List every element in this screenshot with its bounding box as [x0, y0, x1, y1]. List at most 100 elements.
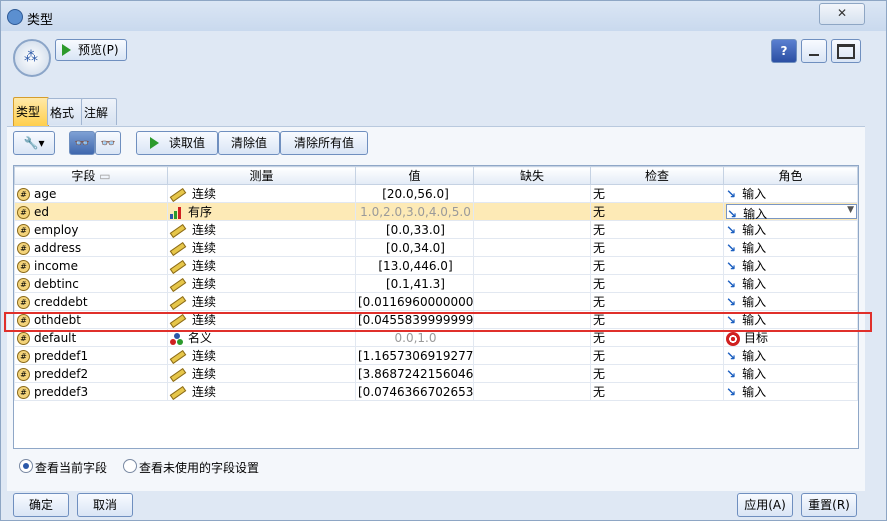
role-cell[interactable]: ↘ 输入: [723, 346, 858, 365]
close-button[interactable]: ✕: [819, 3, 865, 25]
check-cell[interactable]: 无: [590, 220, 724, 239]
tab-type[interactable]: 类型: [13, 97, 49, 126]
missing-cell[interactable]: [473, 202, 591, 221]
tab-annotation[interactable]: 注解: [81, 98, 117, 125]
measure-cell[interactable]: 连续: [167, 238, 356, 257]
value-cell[interactable]: [3.8687242156046...: [355, 364, 474, 383]
missing-cell[interactable]: [473, 292, 591, 311]
field-cell[interactable]: # preddef3: [14, 382, 168, 401]
col-header-check[interactable]: 检查: [590, 166, 724, 185]
check-cell[interactable]: 无: [590, 292, 724, 311]
check-cell[interactable]: 无: [590, 346, 724, 365]
value-cell[interactable]: [0.0116960000000...: [355, 292, 474, 311]
apply-button[interactable]: 应用(A): [737, 493, 793, 517]
role-cell[interactable]: ↘ 输入: [723, 274, 858, 293]
table-row[interactable]: # creddebt 连续 [0.0116960000000... 无 ↘ 输入: [14, 292, 858, 311]
value-cell[interactable]: [0.0,34.0]: [355, 238, 474, 257]
measure-cell[interactable]: 连续: [167, 364, 356, 383]
role-cell[interactable]: ↘ 输入 ▼: [723, 202, 858, 221]
view-current-radio[interactable]: [19, 459, 33, 473]
measure-cell[interactable]: 连续: [167, 292, 356, 311]
measure-cell[interactable]: 连续: [167, 382, 356, 401]
missing-cell[interactable]: [473, 220, 591, 239]
help-button[interactable]: ?: [771, 39, 797, 63]
role-cell[interactable]: ↘ 输入: [723, 184, 858, 203]
table-row[interactable]: # ed 有序 1.0,2.0,3.0,4.0,5.0 无 ↘ 输入 ▼: [14, 202, 858, 221]
missing-cell[interactable]: [473, 256, 591, 275]
check-cell[interactable]: 无: [590, 238, 724, 257]
role-cell[interactable]: ↘ 输入: [723, 220, 858, 239]
cancel-button[interactable]: 取消: [77, 493, 133, 517]
check-cell[interactable]: 无: [590, 202, 724, 221]
chevron-down-icon[interactable]: ▼: [847, 205, 854, 215]
value-cell[interactable]: [13.0,446.0]: [355, 256, 474, 275]
value-cell[interactable]: [0.1,41.3]: [355, 274, 474, 293]
field-cell[interactable]: # preddef2: [14, 364, 168, 383]
measure-cell[interactable]: 连续: [167, 184, 356, 203]
check-cell[interactable]: 无: [590, 382, 724, 401]
measure-cell[interactable]: 连续: [167, 274, 356, 293]
table-row[interactable]: # address 连续 [0.0,34.0] 无 ↘ 输入: [14, 238, 858, 257]
measure-cell[interactable]: 有序: [167, 202, 356, 221]
clear-values-button[interactable]: 清除值: [218, 131, 280, 155]
check-cell[interactable]: 无: [590, 256, 724, 275]
value-cell[interactable]: [20.0,56.0]: [355, 184, 474, 203]
field-cell[interactable]: # income: [14, 256, 168, 275]
read-values-button[interactable]: 读取值: [136, 131, 218, 155]
role-cell[interactable]: ↘ 输入: [723, 364, 858, 383]
view-unused-label[interactable]: 查看未使用的字段设置: [139, 459, 259, 476]
col-header-role[interactable]: 角色: [723, 166, 858, 185]
table-row[interactable]: # age 连续 [20.0,56.0] 无 ↘ 输入: [14, 184, 858, 203]
role-cell[interactable]: ↘ 输入: [723, 238, 858, 257]
field-cell[interactable]: # address: [14, 238, 168, 257]
table-row[interactable]: # preddef2 连续 [3.8687242156046... 无 ↘ 输入: [14, 364, 858, 383]
role-label: 目标: [744, 331, 769, 345]
reset-button[interactable]: 重置(R): [801, 493, 857, 517]
col-header-field[interactable]: 字段 ▭: [14, 166, 168, 185]
field-cell[interactable]: # age: [14, 184, 168, 203]
missing-cell[interactable]: [473, 238, 591, 257]
measure-cell[interactable]: 连续: [167, 256, 356, 275]
missing-cell[interactable]: [473, 382, 591, 401]
preview-button[interactable]: 预览(P): [55, 39, 127, 61]
role-cell[interactable]: ↘ 输入: [723, 382, 858, 401]
table-row[interactable]: # employ 连续 [0.0,33.0] 无 ↘ 输入: [14, 220, 858, 239]
check-cell[interactable]: 无: [590, 364, 724, 383]
table-row[interactable]: # preddef1 连续 [1.1657306919277... 无 ↘ 输入: [14, 346, 858, 365]
value-cell[interactable]: [0.0746366702653...: [355, 382, 474, 401]
check-cell[interactable]: 无: [590, 184, 724, 203]
minimize-button[interactable]: [801, 39, 827, 63]
table-row[interactable]: # debtinc 连续 [0.1,41.3] 无 ↘ 输入: [14, 274, 858, 293]
view-unused-radio[interactable]: [123, 459, 137, 473]
value-cell[interactable]: [0.0,33.0]: [355, 220, 474, 239]
value-cell[interactable]: [1.1657306919277...: [355, 346, 474, 365]
view-current-label[interactable]: 查看当前字段: [35, 459, 107, 476]
col-header-value[interactable]: 值: [355, 166, 474, 185]
maximize-button[interactable]: [831, 39, 861, 63]
role-cell[interactable]: ↘ 输入: [723, 292, 858, 311]
field-cell[interactable]: # creddebt: [14, 292, 168, 311]
view-current-toggle[interactable]: 👓: [69, 131, 95, 155]
tools-dropdown-button[interactable]: 🔧▾: [13, 131, 55, 155]
missing-cell[interactable]: [473, 184, 591, 203]
col-header-measure[interactable]: 测量: [167, 166, 356, 185]
table-row[interactable]: # income 连续 [13.0,446.0] 无 ↘ 输入: [14, 256, 858, 275]
field-cell[interactable]: # ed: [14, 202, 168, 221]
clear-all-values-button[interactable]: 清除所有值: [280, 131, 368, 155]
table-row[interactable]: # preddef3 连续 [0.0746366702653... 无 ↘ 输入: [14, 382, 858, 401]
field-cell[interactable]: # employ: [14, 220, 168, 239]
missing-cell[interactable]: [473, 364, 591, 383]
measure-cell[interactable]: 连续: [167, 346, 356, 365]
tab-format[interactable]: 格式: [47, 98, 83, 125]
value-cell[interactable]: 1.0,2.0,3.0,4.0,5.0: [355, 202, 474, 221]
view-unused-toggle[interactable]: 👓: [95, 131, 121, 155]
ok-button[interactable]: 确定: [13, 493, 69, 517]
missing-cell[interactable]: [473, 274, 591, 293]
check-cell[interactable]: 无: [590, 274, 724, 293]
field-cell[interactable]: # debtinc: [14, 274, 168, 293]
missing-cell[interactable]: [473, 346, 591, 365]
col-header-missing[interactable]: 缺失: [473, 166, 591, 185]
measure-cell[interactable]: 连续: [167, 220, 356, 239]
field-cell[interactable]: # preddef1: [14, 346, 168, 365]
role-cell[interactable]: ↘ 输入: [723, 256, 858, 275]
